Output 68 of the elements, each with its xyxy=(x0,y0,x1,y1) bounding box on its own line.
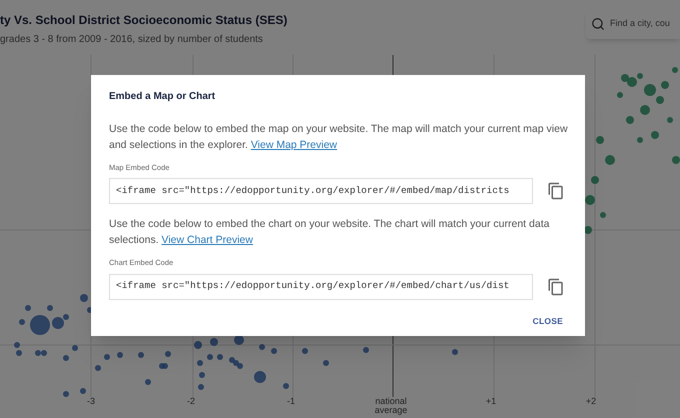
data-point xyxy=(651,131,659,139)
preview-link[interactable]: View Chart Preview xyxy=(162,234,253,246)
code-field[interactable]: <iframe src="https://edopportunity.org/explorer/#/embed/chart/us/dist xyxy=(109,274,533,300)
data-point xyxy=(605,155,615,165)
data-point xyxy=(672,67,678,73)
data-point xyxy=(104,354,110,360)
data-point xyxy=(210,338,218,346)
data-point xyxy=(47,305,53,311)
data-point xyxy=(584,226,592,234)
data-point xyxy=(80,388,86,394)
data-point xyxy=(672,156,680,164)
data-point xyxy=(63,391,69,397)
axis-tick-label: +1 xyxy=(484,397,498,408)
data-point xyxy=(16,350,22,356)
data-point xyxy=(363,347,369,353)
data-point xyxy=(259,344,265,350)
data-point xyxy=(30,315,50,335)
axis-tick-label: +2 xyxy=(584,397,598,408)
data-point xyxy=(25,305,31,311)
chart-subtitle: grades 3 - 8 from 2009 - 2016, sized by number of students xyxy=(0,33,264,47)
data-point xyxy=(19,319,25,325)
axis-tick-label: -1 xyxy=(286,397,296,408)
search-icon xyxy=(591,17,605,31)
data-point xyxy=(452,349,458,355)
close-button[interactable]: CLOSE xyxy=(528,314,567,328)
data-point xyxy=(585,195,595,205)
preview-link[interactable]: View Map Preview xyxy=(250,139,338,151)
data-point xyxy=(283,383,289,389)
data-point xyxy=(207,354,213,360)
data-point xyxy=(667,117,673,123)
data-point xyxy=(600,212,606,218)
data-point xyxy=(217,354,223,360)
data-point xyxy=(591,176,599,184)
data-point xyxy=(95,365,101,371)
data-point xyxy=(640,105,650,115)
data-point xyxy=(165,351,171,357)
data-point xyxy=(14,342,20,348)
data-point xyxy=(271,348,277,354)
data-point xyxy=(254,371,266,383)
axis-tick-label: -3 xyxy=(86,397,96,408)
data-point xyxy=(323,360,329,366)
dialog-title: Embed a Map or Chart xyxy=(109,90,216,104)
copy-icon[interactable] xyxy=(547,278,565,296)
data-point xyxy=(626,116,634,124)
data-point xyxy=(661,81,669,89)
data-point xyxy=(197,360,203,366)
embed-description: Use the code below to embed the chart on your website. The chart will match your current data selections. View Chart Preview xyxy=(109,217,550,248)
embed-description: Use the code below to embed the map on your website. The map will match your current map view and selections in the explorer. View Map Preview xyxy=(109,122,569,153)
data-point xyxy=(302,348,308,354)
axis-tick-label: -2 xyxy=(186,397,196,408)
code-field[interactable]: <iframe src="https://edopportunity.org/explorer/#/embed/map/districts xyxy=(109,178,533,204)
data-point xyxy=(596,136,604,144)
data-point xyxy=(145,379,151,385)
data-point xyxy=(117,352,123,358)
axis-tick-label: national average xyxy=(374,397,408,415)
data-point xyxy=(72,345,78,351)
data-point xyxy=(617,92,623,98)
chart-title: ty Vs. School District Socioeconomic Status (SES) xyxy=(0,12,288,29)
data-point xyxy=(199,372,205,378)
search-field[interactable]: Find a city, cou xyxy=(610,17,680,31)
data-point xyxy=(63,355,69,361)
data-point xyxy=(138,352,144,358)
data-point xyxy=(198,384,204,390)
data-point xyxy=(80,294,88,302)
data-point xyxy=(637,137,643,143)
data-point xyxy=(234,335,244,345)
data-point xyxy=(194,341,202,349)
copy-icon[interactable] xyxy=(547,182,565,200)
